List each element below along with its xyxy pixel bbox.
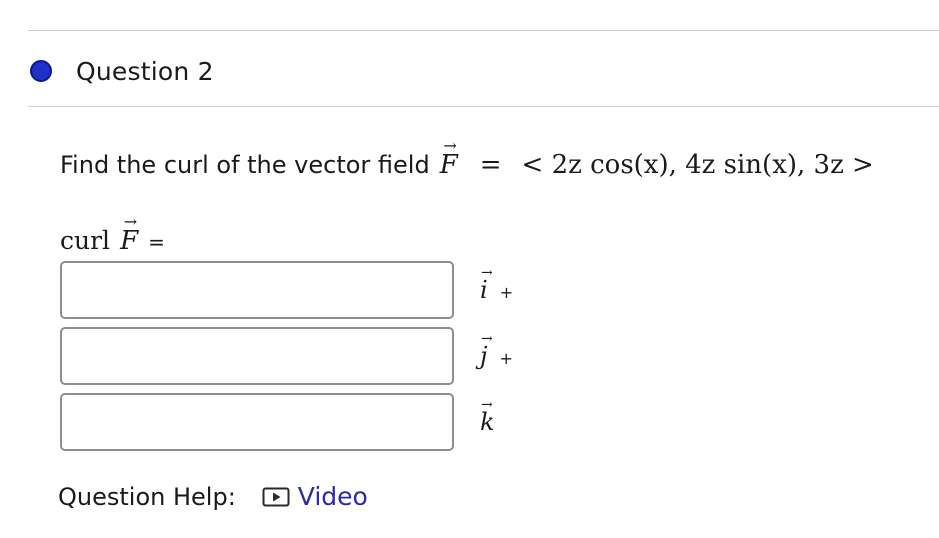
curl-word: curl xyxy=(60,226,111,255)
question-help: Question Help: Video xyxy=(58,482,368,511)
curl-vector-arrow: → xyxy=(123,212,138,231)
question-title: Question 2 xyxy=(76,56,214,86)
play-icon xyxy=(262,487,290,506)
header-divider xyxy=(28,106,939,107)
curl-equals: = xyxy=(148,230,165,254)
unit-k-arrow: → xyxy=(481,397,493,413)
plus-sign: + xyxy=(499,283,514,302)
question-help-label: Question Help: xyxy=(58,482,236,511)
unit-vector-i: → i + xyxy=(480,266,514,304)
curl-label: curl → F = xyxy=(60,214,165,257)
vector-field-symbol: → F xyxy=(440,138,458,181)
curl-field-symbol: → F xyxy=(120,214,138,257)
prompt-text: Find the curl of the vector field xyxy=(60,151,430,179)
unit-i-arrow: → xyxy=(481,265,493,281)
answer-input-k[interactable] xyxy=(60,393,454,451)
unit-vector-k: → k xyxy=(480,398,495,436)
answer-input-j[interactable] xyxy=(60,327,454,385)
video-help-link[interactable]: Video xyxy=(262,482,368,511)
unit-vector-j: → j + xyxy=(480,332,513,370)
question-status-dot xyxy=(30,60,52,82)
plus-sign: + xyxy=(499,349,513,368)
unit-i-symbol: → i xyxy=(480,266,493,304)
vector-arrow: → xyxy=(443,136,457,155)
unit-k-symbol: → k xyxy=(480,398,495,436)
unit-j-arrow: → xyxy=(481,331,493,347)
video-link-label: Video xyxy=(297,482,368,511)
field-expression: < 2z cos(x), 4z sin(x), 3z > xyxy=(521,150,874,180)
answer-input-i[interactable] xyxy=(60,261,454,319)
question-prompt: Find the curl of the vector field → F = … xyxy=(60,138,874,181)
question-header: Question 2 xyxy=(30,55,214,87)
top-divider xyxy=(28,30,939,31)
prompt-equals: = xyxy=(479,150,502,180)
unit-j-symbol: → j xyxy=(480,332,493,370)
